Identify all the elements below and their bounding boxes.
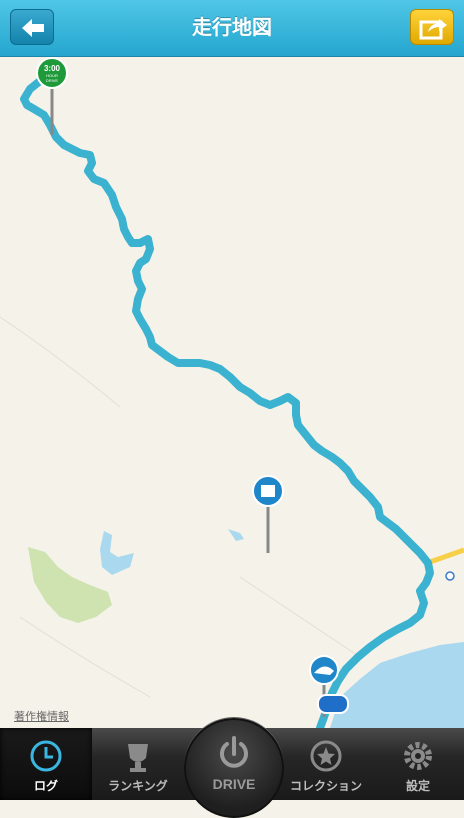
- tab-collection[interactable]: コレクション: [280, 728, 372, 800]
- building-icon: [261, 485, 275, 497]
- drive-label: DRIVE: [212, 776, 256, 792]
- page-title: 走行地図: [192, 17, 272, 39]
- start-badge-label: DRIVE: [46, 78, 59, 83]
- tab-settings[interactable]: 設定: [372, 728, 464, 800]
- star-badge-icon: [310, 740, 342, 772]
- road-shield-icon: [317, 694, 349, 714]
- route-map[interactable]: 3:00 HOUR DRIVE 著作権情報: [0, 57, 464, 728]
- nav-bar: 走行地図: [0, 0, 464, 57]
- gear-icon: [404, 742, 432, 770]
- lake: [100, 531, 134, 575]
- copyright-link[interactable]: 著作権情報: [14, 708, 69, 724]
- start-badge-time: 3:00: [44, 64, 61, 73]
- drive-route: [20, 71, 434, 728]
- tab-settings-label: 設定: [405, 779, 430, 793]
- tab-ranking-label: ランキング: [108, 779, 168, 793]
- poi-icon: [445, 571, 455, 581]
- tab-log[interactable]: ログ: [0, 728, 92, 800]
- clock-icon: [30, 740, 62, 772]
- tab-log-label: ログ: [33, 779, 58, 793]
- tab-ranking[interactable]: ランキング: [92, 728, 184, 800]
- start-marker[interactable]: 3:00 HOUR DRIVE: [36, 57, 68, 135]
- minor-roads: [0, 316, 361, 698]
- pond: [228, 529, 244, 541]
- park-area: [28, 547, 112, 623]
- share-button[interactable]: [410, 9, 454, 45]
- trophy-icon: [128, 744, 148, 772]
- tab-collection-label: コレクション: [289, 779, 362, 793]
- map-canvas: 3:00 HOUR DRIVE: [0, 57, 464, 728]
- power-icon: [220, 736, 248, 768]
- drive-button[interactable]: DRIVE: [184, 718, 284, 818]
- sea: [330, 642, 464, 728]
- highway: [429, 547, 464, 565]
- landmark-marker[interactable]: [252, 475, 284, 553]
- share-icon: [419, 19, 447, 40]
